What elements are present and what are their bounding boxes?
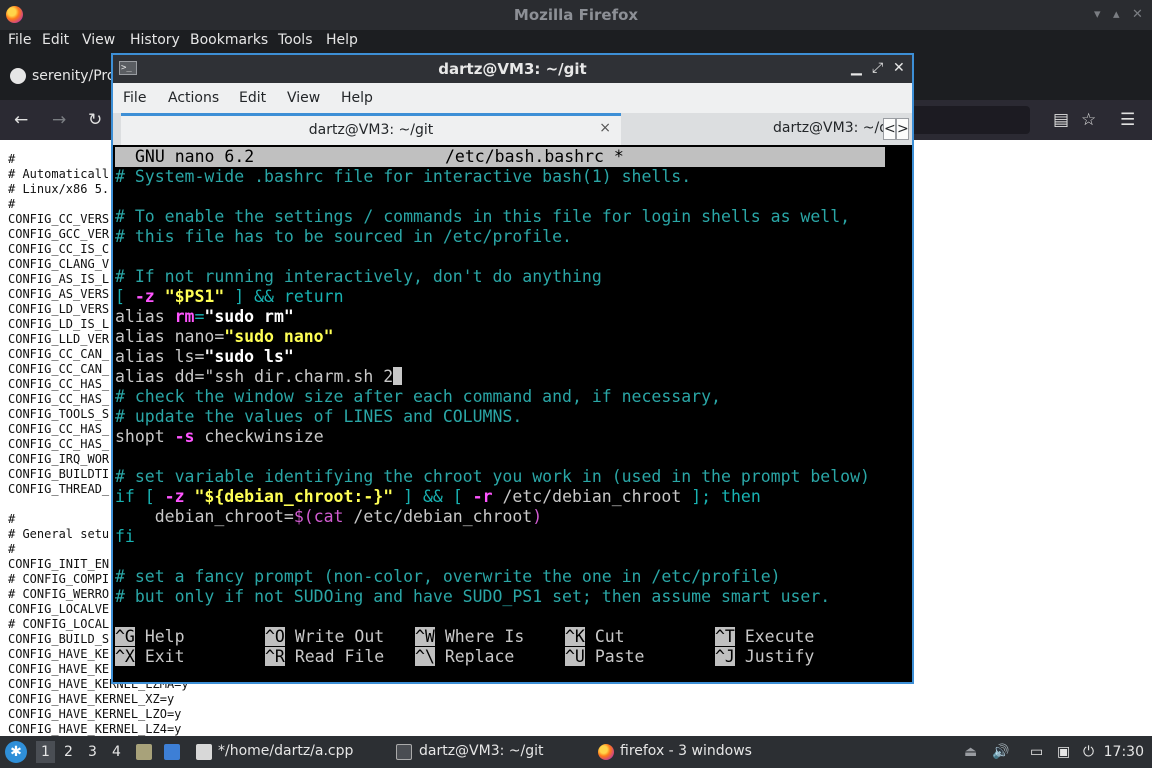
terminal-tabbar: dartz@VM3: ~/git × dartz@VM3: ~/d <> <box>113 113 912 145</box>
file-manager-icon[interactable] <box>136 744 152 760</box>
code-line: # set variable identifying the chroot yo… <box>115 467 870 486</box>
tab-scroll-left-icon[interactable]: < <box>883 118 896 140</box>
ff-menu-help[interactable]: Help <box>326 32 358 48</box>
term-minimize-icon[interactable]: ▁ <box>851 60 862 76</box>
minimize-icon[interactable]: ▾ <box>1094 7 1101 22</box>
tab-close-icon[interactable]: × <box>599 120 611 136</box>
task-editor[interactable]: */home/dartz/a.cpp <box>218 743 353 759</box>
ff-menu-history[interactable]: History <box>130 32 180 48</box>
shortcut-paste[interactable]: ^U Paste <box>565 647 644 667</box>
term-menu-actions[interactable]: Actions <box>168 90 219 106</box>
nano-filename: /etc/bash.bashrc * <box>445 147 624 166</box>
workspace-4[interactable]: 4 <box>112 744 121 760</box>
workspace-3[interactable]: 3 <box>88 744 97 760</box>
term-menu-edit[interactable]: Edit <box>239 90 266 106</box>
code-line: # but only if not SUDOing and have SUDO_… <box>115 587 831 606</box>
tab-second[interactable]: dartz@VM3: ~/d <box>773 120 888 136</box>
code-line: alias ls="sudo ls" <box>115 347 294 366</box>
shortcut-where-is[interactable]: ^W Where Is <box>415 627 524 647</box>
editor-app-icon <box>196 744 212 760</box>
terminal-app-icon <box>396 744 412 760</box>
terminal-window: >_ dartz@VM3: ~/git ▁ ⤢ ✕ File Actions E… <box>111 53 914 684</box>
workspace-1[interactable]: 1 <box>36 741 55 763</box>
ff-menu-tools[interactable]: Tools <box>278 32 313 48</box>
close-icon[interactable]: ✕ <box>1132 7 1143 22</box>
ff-menu-view[interactable]: View <box>82 32 115 48</box>
term-menu-file[interactable]: File <box>123 90 146 106</box>
ff-tab-title[interactable]: serenity/Pro <box>32 68 115 84</box>
shortcut-justify[interactable]: ^J Justify <box>715 647 814 667</box>
code-line: if [ -z "${debian_chroot:-}" ] && [ -r /… <box>115 487 761 506</box>
code-line: # update the values of LINES and COLUMNS… <box>115 407 523 426</box>
bookmark-star-icon[interactable]: ☆ <box>1081 110 1096 130</box>
hamburger-menu-icon[interactable]: ☰ <box>1120 110 1135 130</box>
task-terminal[interactable]: dartz@VM3: ~/git <box>419 743 544 759</box>
code-line: # To enable the settings / commands in t… <box>115 207 851 226</box>
tab-scroll-right-icon[interactable]: > <box>896 118 909 140</box>
ff-menu-edit[interactable]: Edit <box>42 32 69 48</box>
code-line: # set a fancy prompt (non-color, overwri… <box>115 567 781 586</box>
code-line: debian_chroot=$(cat /etc/debian_chroot) <box>115 507 543 526</box>
network-icon[interactable]: ▣ <box>1057 744 1070 760</box>
nano-version: GNU nano 6.2 <box>135 147 255 166</box>
shortcut-read-file[interactable]: ^R Read File <box>265 647 384 667</box>
power-icon[interactable]: ⏻ <box>1083 744 1094 760</box>
code-line: [ -z "$PS1" ] && return <box>115 287 344 306</box>
github-icon <box>10 68 26 84</box>
volume-icon[interactable]: 🔊 <box>992 744 1009 760</box>
term-menu-view[interactable]: View <box>287 90 320 106</box>
firefox-menubar: File Edit View History Bookmarks Tools H… <box>0 30 1152 52</box>
code-line: alias dd="ssh dir.charm.sh 2 <box>115 367 403 387</box>
shortcut-cut[interactable]: ^K Cut <box>565 627 625 647</box>
reload-icon[interactable]: ↻ <box>88 110 102 130</box>
code-line: # If not running interactively, don't do… <box>115 267 602 286</box>
shortcut-write-out[interactable]: ^O Write Out <box>265 627 384 647</box>
maximize-icon[interactable]: ▴ <box>1113 7 1120 22</box>
task-firefox[interactable]: firefox - 3 windows <box>620 743 752 759</box>
forward-icon[interactable]: → <box>52 110 66 130</box>
start-menu-icon[interactable]: ✱ <box>5 741 27 763</box>
firefox-app-icon <box>598 744 614 760</box>
terminal-window-title: dartz@VM3: ~/git <box>438 60 587 78</box>
tab-git-active[interactable]: dartz@VM3: ~/git × <box>121 113 621 145</box>
tab-label: dartz@VM3: ~/git <box>308 122 434 138</box>
upload-icon[interactable]: ⏏ <box>964 744 977 760</box>
code-line: # System-wide .bashrc file for interacti… <box>115 167 692 186</box>
back-icon[interactable]: ← <box>14 110 28 130</box>
terminal-menubar: File Actions Edit View Help <box>113 83 912 113</box>
workspace-2[interactable]: 2 <box>64 744 73 760</box>
code-line: shopt -s checkwinsize <box>115 427 324 446</box>
taskbar: ✱ 1 2 3 4 */home/dartz/a.cpp dartz@VM3: … <box>0 736 1152 768</box>
shortcut-exit[interactable]: ^X Exit <box>115 647 185 667</box>
term-maximize-icon[interactable]: ⤢ <box>872 60 883 76</box>
shortcut-replace[interactable]: ^\ Replace <box>415 647 514 667</box>
code-line: # this file has to be sourced in /etc/pr… <box>115 227 572 246</box>
ff-menu-bookmarks[interactable]: Bookmarks <box>190 32 268 48</box>
ff-menu-file[interactable]: File <box>8 32 31 48</box>
code-line: # check the window size after each comma… <box>115 387 721 406</box>
code-line: alias rm="sudo rm" <box>115 307 294 326</box>
term-close-icon[interactable]: ✕ <box>893 60 905 76</box>
url-bar[interactable] <box>910 106 1030 134</box>
clipboard-icon[interactable]: ▭ <box>1030 744 1043 760</box>
shortcut-execute[interactable]: ^T Execute <box>715 627 814 647</box>
terminal-titlebar: >_ dartz@VM3: ~/git ▁ ⤢ ✕ <box>113 55 912 83</box>
firefox-window-title: Mozilla Firefox <box>513 6 639 24</box>
reader-view-icon[interactable]: ▤ <box>1053 110 1069 130</box>
show-desktop-icon[interactable] <box>164 744 180 760</box>
term-menu-help[interactable]: Help <box>341 90 373 106</box>
code-line: alias nano="sudo nano" <box>115 327 334 346</box>
clock: 17:30 <box>1103 744 1144 760</box>
firefox-titlebar: Mozilla Firefox ▾ ▴ ✕ <box>0 0 1152 30</box>
nano-status-bar: GNU nano 6.2 /etc/bash.bashrc * <box>115 147 885 167</box>
shortcut-help[interactable]: ^G Help <box>115 627 185 647</box>
code-line: fi <box>115 527 135 546</box>
nano-editor[interactable]: GNU nano 6.2 /etc/bash.bashrc * # System… <box>113 145 912 682</box>
text-cursor <box>393 367 403 385</box>
